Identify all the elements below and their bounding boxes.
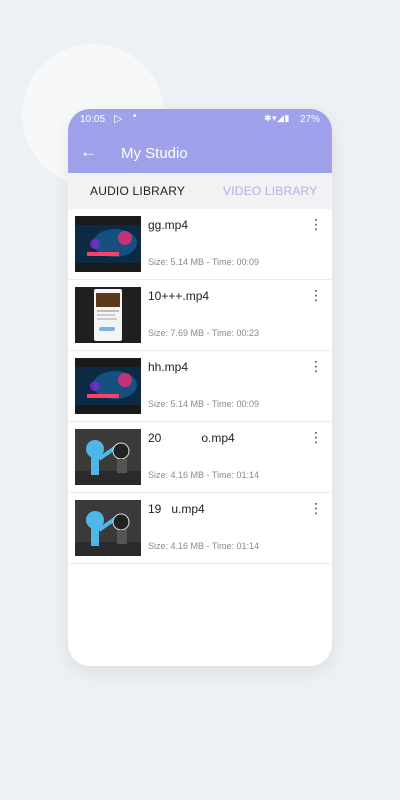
file-meta: Size: 5.14 MB - Time: 00:09 bbox=[148, 399, 260, 409]
list-item[interactable]: gg.mp4 Size: 5.14 MB - Time: 00:09 ⋮ bbox=[68, 209, 332, 280]
tab-audio-library[interactable]: AUDIO LIBRARY bbox=[90, 184, 185, 198]
tab-video-library[interactable]: VIDEO LIBRARY bbox=[223, 184, 317, 198]
phone-frame: 10:05 ▷ • ✱▾◢▮ 27% ← My Studio AUDIO LIB… bbox=[68, 109, 332, 666]
back-arrow-icon[interactable]: ← bbox=[80, 142, 97, 162]
app-bar: 10:05 ▷ • ✱▾◢▮ 27% ← My Studio bbox=[68, 109, 332, 173]
signal-icons: ✱▾◢▮ bbox=[264, 113, 290, 123]
status-bar: 10:05 ▷ • ✱▾◢▮ 27% bbox=[68, 109, 332, 131]
status-time: 10:05 bbox=[80, 114, 106, 125]
video-thumbnail bbox=[75, 358, 141, 414]
more-options-icon[interactable]: ⋮ bbox=[308, 217, 324, 231]
notification-dot-icon: • bbox=[133, 111, 137, 122]
more-options-icon[interactable]: ⋮ bbox=[308, 288, 324, 302]
video-thumbnail bbox=[75, 287, 141, 343]
battery-level: 27% bbox=[300, 114, 321, 125]
video-thumbnail bbox=[75, 500, 141, 556]
file-name: 10+++.mp4 bbox=[148, 289, 210, 303]
list-item[interactable]: 19 u.mp4 Size: 4.16 MB - Time: 01:14 ⋮ bbox=[68, 493, 332, 564]
list-item[interactable]: 10+++.mp4 Size: 7.69 MB - Time: 00:23 ⋮ bbox=[68, 280, 332, 351]
file-name: 19 u.mp4 bbox=[148, 502, 205, 516]
library-tabs: AUDIO LIBRARY VIDEO LIBRARY bbox=[68, 173, 332, 209]
video-thumbnail bbox=[75, 216, 141, 272]
list-item[interactable]: 20 o.mp4 Size: 4.16 MB - Time: 01:14 ⋮ bbox=[68, 422, 332, 493]
media-list: gg.mp4 Size: 5.14 MB - Time: 00:09 ⋮ 10+… bbox=[68, 209, 332, 564]
page-title: My Studio bbox=[121, 145, 188, 162]
file-name: 20 o.mp4 bbox=[148, 431, 235, 445]
play-icon: ▷ bbox=[114, 113, 123, 125]
more-options-icon[interactable]: ⋮ bbox=[308, 430, 324, 444]
list-item[interactable]: hh.mp4 Size: 5.14 MB - Time: 00:09 ⋮ bbox=[68, 351, 332, 422]
file-name: gg.mp4 bbox=[148, 218, 189, 232]
file-name: hh.mp4 bbox=[148, 360, 189, 374]
file-meta: Size: 4.16 MB - Time: 01:14 bbox=[148, 541, 260, 551]
file-meta: Size: 4.16 MB - Time: 01:14 bbox=[148, 470, 260, 480]
more-options-icon[interactable]: ⋮ bbox=[308, 501, 324, 515]
file-meta: Size: 7.69 MB - Time: 00:23 bbox=[148, 328, 260, 338]
video-thumbnail bbox=[75, 429, 141, 485]
more-options-icon[interactable]: ⋮ bbox=[308, 359, 324, 373]
file-meta: Size: 5.14 MB - Time: 00:09 bbox=[148, 257, 260, 267]
